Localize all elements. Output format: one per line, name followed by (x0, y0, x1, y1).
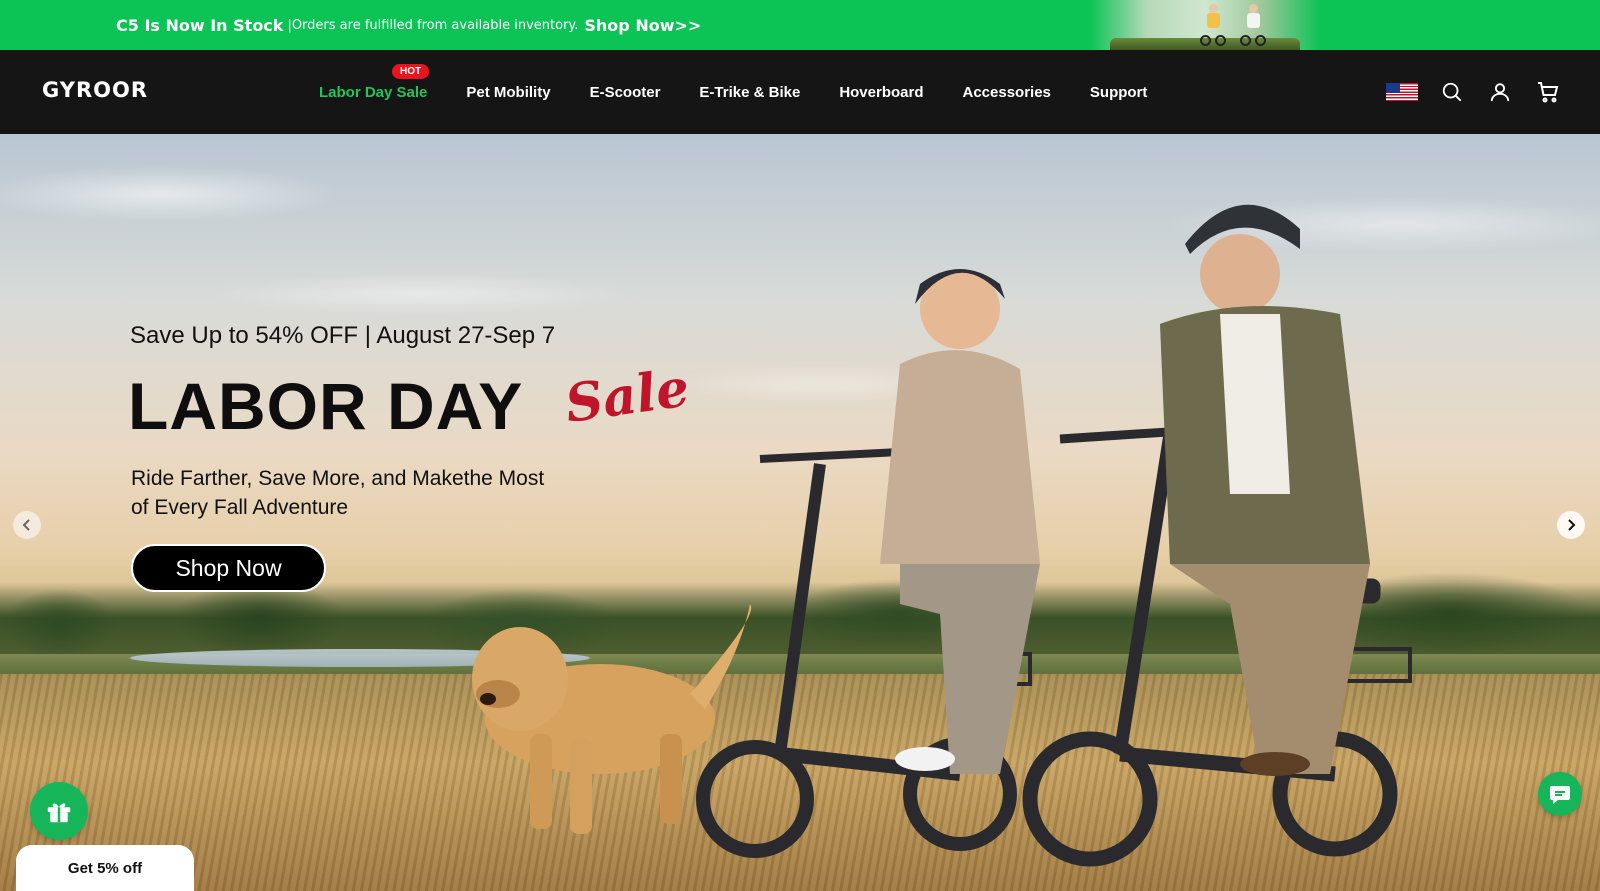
account-icon[interactable] (1486, 78, 1514, 106)
hero-title: LABOR DAY (128, 369, 524, 443)
carousel-prev-button[interactable] (13, 511, 41, 539)
chat-icon (1550, 786, 1570, 804)
hero-subtitle: Save Up to 54% OFF | August 27-Sep 7 (130, 322, 556, 349)
nav-item-label: Labor Day Sale (319, 83, 428, 101)
header-actions (1386, 50, 1562, 134)
gift-icon (47, 803, 71, 823)
hero-banner[interactable]: Save Up to 54% OFF | August 27-Sep 7 LAB… (0, 134, 1600, 891)
main-nav: Labor Day Sale HOT Pet Mobility E-Scoote… (319, 50, 1186, 134)
chevron-left-icon (22, 519, 30, 531)
nav-item-labor-day-sale[interactable]: Labor Day Sale HOT (319, 63, 430, 101)
chevron-right-icon (1568, 519, 1576, 531)
nav-item-accessories[interactable]: Accessories (963, 84, 1051, 101)
shop-now-button[interactable]: Shop Now (131, 544, 326, 592)
announcement-headline: C5 Is Now In Stock (116, 15, 284, 35)
nav-item-e-trike-bike[interactable]: E-Trike & Bike (699, 84, 800, 101)
hero-description: Ride Farther, Save More, and Makethe Mos… (131, 467, 545, 519)
nav-item-label: Hoverboard (839, 83, 924, 101)
carousel-next-button[interactable] (1557, 511, 1585, 539)
nav-item-label: E-Scooter (589, 83, 661, 101)
brand-logo[interactable]: GYROOR (42, 78, 148, 102)
announcement-bar: C5 Is Now In Stock |Orders are fulfilled… (0, 0, 1600, 50)
nav-item-label: E-Trike & Bike (699, 83, 801, 101)
announcement-banner-image (1090, 0, 1320, 50)
man-rider (1160, 204, 1370, 776)
nav-item-support[interactable]: Support (1090, 84, 1148, 101)
gift-rewards-button[interactable] (30, 782, 88, 840)
nav-item-e-scooter[interactable]: E-Scooter (590, 84, 661, 101)
search-icon[interactable] (1438, 78, 1466, 106)
chat-button[interactable] (1538, 772, 1582, 816)
us-flag-icon[interactable] (1386, 83, 1418, 101)
announcement-shop-link[interactable]: Shop Now>> (584, 16, 701, 35)
discount-tab[interactable]: Get 5% off (16, 845, 194, 891)
nav-item-hoverboard[interactable]: Hoverboard (839, 84, 923, 101)
site-header: GYROOR Labor Day Sale HOT Pet Mobility E… (0, 50, 1600, 134)
nav-item-label: Accessories (962, 83, 1051, 101)
announcement-message: |Orders are fulfilled from available inv… (287, 17, 579, 33)
nav-item-pet-mobility[interactable]: Pet Mobility (466, 84, 550, 101)
nav-item-label: Pet Mobility (466, 83, 551, 101)
cart-icon[interactable] (1534, 78, 1562, 106)
nav-item-label: Support (1089, 83, 1148, 101)
woman-rider (880, 269, 1040, 774)
hot-badge: HOT (392, 63, 430, 79)
